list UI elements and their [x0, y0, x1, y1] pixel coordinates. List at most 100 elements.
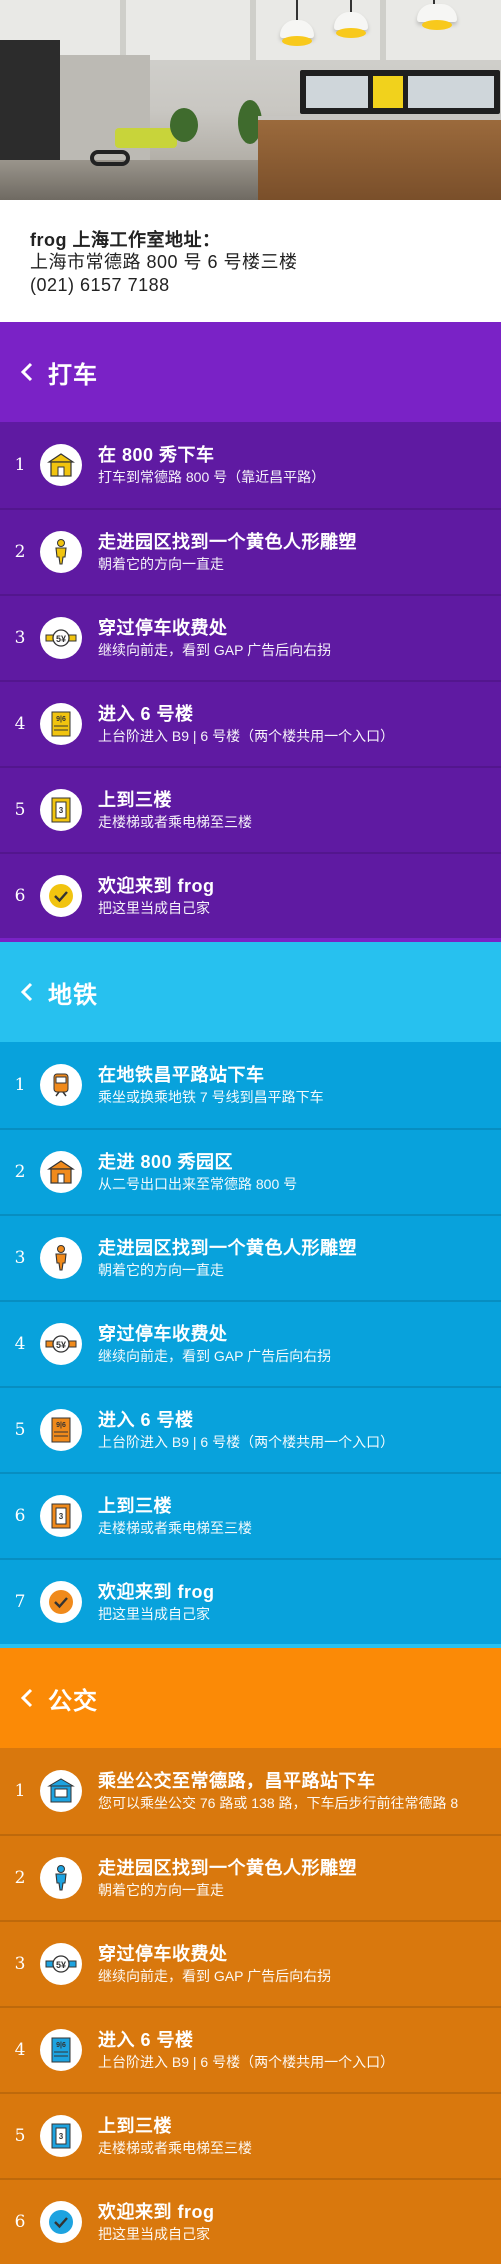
step-number: 6: [14, 2212, 26, 2232]
step-title: 进入 6 号楼: [98, 704, 194, 724]
step-number: 5: [14, 800, 26, 820]
checkmark-icon: [40, 1581, 82, 1623]
step-number: 7: [14, 1592, 26, 1612]
step-text: 欢迎来到 frog 把这里当成自己家: [98, 874, 215, 918]
address-phone[interactable]: (021) 6157 7188: [30, 274, 471, 297]
step-title: 穿过停车收费处: [98, 618, 228, 638]
step-title: 欢迎来到 frog: [98, 1582, 215, 1602]
step-title: 进入 6 号楼: [98, 2030, 194, 2050]
step-title: 欢迎来到 frog: [98, 2202, 215, 2222]
step-title: 穿过停车收费处: [98, 1324, 228, 1344]
step-description: 继续向前走，看到 GAP 广告后向右拐: [98, 1968, 332, 1984]
step-row: 7 欢迎来到 frog 把这里当成自己家: [0, 1558, 501, 1644]
address-street: 上海市常德路 800 号 6 号楼三楼: [30, 252, 298, 272]
step-text: 上到三楼 走楼梯或者乘电梯至三楼: [98, 1494, 252, 1538]
metro-train-icon: [40, 1064, 82, 1106]
parking-toll-icon: 5¥: [40, 1323, 82, 1365]
step-description: 继续向前走，看到 GAP 广告后向右拐: [98, 1348, 332, 1364]
third-floor-elevator-icon: 3: [40, 789, 82, 831]
chevron-left-icon: [14, 1685, 40, 1711]
chevron-left-icon: [14, 359, 40, 385]
step-text: 在地铁昌平路站下车 乘坐或换乘地铁 7 号线到昌平路下车: [98, 1063, 324, 1107]
step-title: 欢迎来到 frog: [98, 876, 215, 896]
step-title: 上到三楼: [98, 790, 172, 810]
section-header-bus[interactable]: 公交: [0, 1648, 501, 1748]
step-row: 4 9|6 进入 6 号楼 上台阶进入 B9 | 6 号楼（两个楼共用一个入口）: [0, 2006, 501, 2092]
building-gate-icon: [40, 1151, 82, 1193]
step-number: 3: [14, 1954, 26, 1974]
step-description: 从二号出口出来至常德路 800 号: [98, 1176, 298, 1192]
step-text: 走进园区找到一个黄色人形雕塑 朝着它的方向一直走: [98, 1236, 357, 1280]
step-title: 走进园区找到一个黄色人形雕塑: [98, 532, 357, 552]
svg-text:5¥: 5¥: [56, 1340, 66, 1350]
metro-steps-list: 1 在地铁昌平路站下车 乘坐或换乘地铁 7 号线到昌平路下车 2 走进 800 秀园区从…: [0, 1042, 501, 1644]
step-description: 朝着它的方向一直走: [98, 1882, 224, 1898]
step-title: 穿过停车收费处: [98, 1944, 228, 1964]
section-title: 地铁: [48, 981, 98, 1009]
building-gate-icon: [40, 444, 82, 486]
step-title: 乘坐公交至常德路，昌平路站下车: [98, 1771, 376, 1791]
step-title: 走进 800 秀园区: [98, 1152, 234, 1172]
section-header-taxi[interactable]: 打车: [0, 322, 501, 422]
step-row: 3 5¥ 穿过停车收费处 继续向前走，看到 GAP 广告后向右拐: [0, 594, 501, 680]
step-description: 您可以乘坐公交 76 路或 138 路，下车后步行前往常德路 8: [98, 1795, 459, 1811]
third-floor-elevator-icon: 3: [40, 2115, 82, 2157]
section-header-metro[interactable]: 地铁: [0, 942, 501, 1042]
step-text: 欢迎来到 frog 把这里当成自己家: [98, 1580, 215, 1624]
svg-text:5¥: 5¥: [56, 634, 66, 644]
svg-text:3: 3: [59, 2132, 64, 2141]
step-row: 4 9|6 进入 6 号楼上台阶进入 B9 | 6 号楼（两个楼共用一个入口）: [0, 680, 501, 766]
step-number: 4: [14, 2040, 26, 2060]
step-description: 朝着它的方向一直走: [98, 1262, 224, 1278]
step-number: 6: [14, 1506, 26, 1526]
step-text: 穿过停车收费处继续向前走，看到 GAP 广告后向右拐: [98, 1322, 331, 1366]
step-row: 3 5¥ 穿过停车收费处继续向前走，看到 GAP 广告后向右拐: [0, 1920, 501, 2006]
step-row: 5 3 上到三楼 走楼梯或者乘电梯至三楼: [0, 2092, 501, 2178]
step-text: 穿过停车收费处继续向前走，看到 GAP 广告后向右拐: [98, 1942, 331, 1986]
step-row: 6 3 上到三楼 走楼梯或者乘电梯至三楼: [0, 1472, 501, 1558]
step-number: 1: [14, 1075, 26, 1095]
step-description: 朝着它的方向一直走: [98, 556, 224, 572]
step-number: 5: [14, 2126, 26, 2146]
step-row: 1 乘坐公交至常德路，昌平路站下车您可以乘坐公交 76 路或 138 路，下车后步…: [0, 1748, 501, 1834]
svg-text:3: 3: [59, 1512, 64, 1521]
step-row: 2 走进 800 秀园区 从二号出口出来至常德路 800 号: [0, 1128, 501, 1214]
step-description: 走楼梯或者乘电梯至三楼: [98, 1520, 252, 1536]
step-text: 欢迎来到 frog 把这里当成自己家: [98, 2200, 215, 2244]
svg-text:9|6: 9|6: [56, 2042, 66, 2049]
step-number: 1: [14, 455, 26, 475]
step-row: 1 在 800 秀下车打车到常德路 800 号（靠近昌平路）: [0, 422, 501, 508]
chevron-left-icon: [14, 979, 40, 1005]
building-six-icon: 9|6: [40, 703, 82, 745]
step-title: 在 800 秀下车: [98, 445, 215, 465]
step-number: 2: [14, 542, 26, 562]
svg-text:9|6: 9|6: [56, 716, 66, 723]
address-title: frog 上海工作室地址：: [30, 230, 221, 250]
step-number: 4: [14, 714, 26, 734]
step-text: 走进园区找到一个黄色人形雕塑朝着它的方向一直走: [98, 530, 357, 574]
step-description: 把这里当成自己家: [98, 900, 210, 916]
step-description: 继续向前走，看到 GAP 广告后向右拐: [98, 642, 332, 658]
step-text: 进入 6 号楼上台阶进入 B9 | 6 号楼（两个楼共用一个入口）: [98, 702, 394, 746]
step-row: 5 3 上到三楼走楼梯或者乘电梯至三楼: [0, 766, 501, 852]
svg-text:5¥: 5¥: [56, 1960, 66, 1970]
building-six-icon: 9|6: [40, 2029, 82, 2071]
step-description: 打车到常德路 800 号（靠近昌平路）: [98, 469, 326, 485]
svg-text:3: 3: [59, 806, 64, 815]
page: frog 上海工作室地址： 上海市常德路 800 号 6 号楼三楼 (021) …: [0, 0, 501, 2268]
office-photo: [0, 0, 501, 200]
step-text: 乘坐公交至常德路，昌平路站下车您可以乘坐公交 76 路或 138 路，下车后步行…: [98, 1769, 458, 1813]
step-description: 上台阶进入 B9 | 6 号楼（两个楼共用一个入口）: [98, 728, 395, 744]
step-number: 3: [14, 1248, 26, 1268]
checkmark-icon: [40, 875, 82, 917]
step-description: 走楼梯或者乘电梯至三楼: [98, 814, 252, 830]
step-text: 走进 800 秀园区从二号出口出来至常德路 800 号: [98, 1150, 297, 1194]
step-number: 1: [14, 1781, 26, 1801]
step-description: 走楼梯或者乘电梯至三楼: [98, 2140, 252, 2156]
step-text: 进入 6 号楼 上台阶进入 B9 | 6 号楼（两个楼共用一个入口）: [98, 2028, 394, 2072]
step-row: 2 走进园区找到一个黄色人形雕塑朝着它的方向一直走: [0, 508, 501, 594]
step-text: 进入 6 号楼 上台阶进入 B9 | 6 号楼（两个楼共用一个入口）: [98, 1408, 394, 1452]
taxi-steps-list: 1 在 800 秀下车打车到常德路 800 号（靠近昌平路） 2 走进园区找到一个黄色…: [0, 422, 501, 938]
step-text: 穿过停车收费处继续向前走，看到 GAP 广告后向右拐: [98, 616, 331, 660]
step-description: 把这里当成自己家: [98, 2226, 210, 2242]
